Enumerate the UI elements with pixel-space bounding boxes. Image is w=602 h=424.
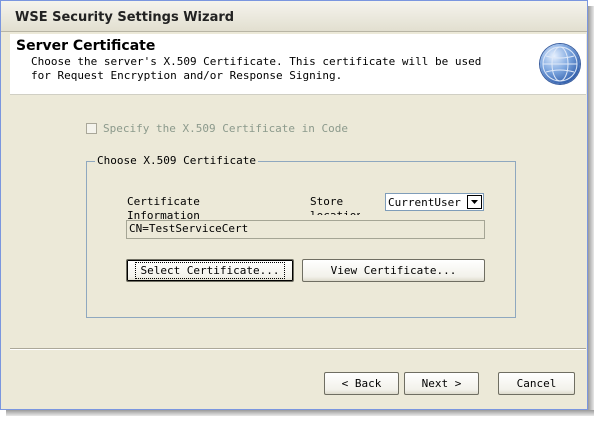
certificate-info-field[interactable]: CN=TestServiceCert (126, 220, 485, 239)
certificate-group-legend: Choose X.509 Certificate (95, 154, 258, 167)
page-description: Choose the server's X.509 Certificate. T… (31, 55, 482, 82)
dropdown-arrow-icon[interactable] (467, 195, 482, 209)
window-title: WSE Security Settings Wizard (15, 10, 235, 25)
back-label: < Back (341, 377, 382, 390)
view-certificate-button[interactable]: View Certificate... (302, 259, 485, 282)
certificate-groupbox (86, 161, 516, 318)
select-certificate-label: Select Certificate... (135, 262, 285, 279)
view-certificate-label: View Certificate... (330, 264, 457, 277)
code-option-checkbox[interactable] (86, 123, 97, 134)
cancel-label: Cancel (516, 377, 557, 390)
store-location-select[interactable]: CurrentUser (385, 193, 484, 211)
wizard-window: WSE Security Settings Wizard Server Cert… (0, 0, 588, 410)
cancel-button[interactable]: Cancel (498, 372, 575, 395)
page-title: Server Certificate (16, 38, 156, 54)
store-location-label: Store location (310, 195, 360, 215)
footer-separator (10, 348, 586, 350)
wizard-header: Server Certificate Choose the server's X… (10, 34, 586, 95)
select-certificate-button[interactable]: Select Certificate... (126, 259, 294, 282)
globe-icon (540, 44, 580, 84)
certificate-info-label: Certificate Information (127, 195, 200, 221)
window-shadow-bottom (6, 410, 594, 416)
code-option-label: Specify the X.509 Certificate in Code (103, 122, 349, 135)
back-button[interactable]: < Back (324, 372, 399, 395)
next-label: Next > (421, 377, 462, 390)
store-location-value: CurrentUser (388, 196, 461, 209)
title-bar[interactable]: WSE Security Settings Wizard (1, 1, 587, 32)
window-shadow-right (588, 6, 594, 416)
next-button[interactable]: Next > (404, 372, 479, 395)
